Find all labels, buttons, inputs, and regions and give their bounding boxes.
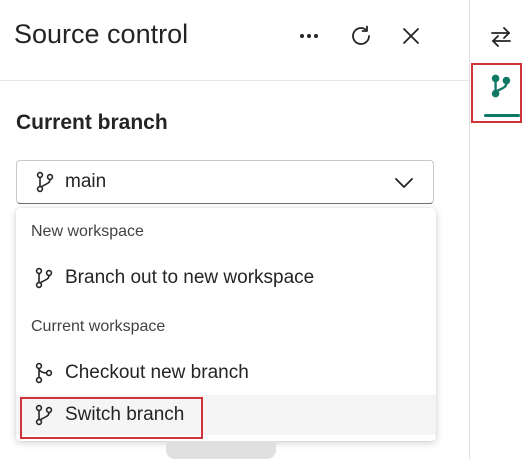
header-divider [0,80,469,81]
close-icon [403,28,419,44]
chevron-down-icon [393,173,415,198]
swap-button[interactable] [483,19,519,55]
branch-dropdown-value: main [65,171,107,192]
more-options-button[interactable] [295,22,323,50]
swap-arrows-icon [491,27,511,47]
current-branch-heading: Current branch [16,111,168,134]
more-icon [300,34,318,38]
branch-out-label: Branch out to new workspace [65,267,315,288]
switch-branch-label: Switch branch [65,404,185,425]
branch-dropdown[interactable]: main [16,160,434,204]
menu-group-current-workspace: Current workspace [31,318,166,335]
branch-icon [32,403,56,427]
close-button[interactable] [397,22,425,50]
refresh-icon [352,25,370,45]
checkout-new-branch-menu-item[interactable]: Checkout new branch [16,353,436,393]
right-rail [469,0,530,459]
checkout-new-branch-label: Checkout new branch [65,362,249,383]
active-tab-indicator [484,114,520,117]
branch-icon [32,266,56,290]
switch-branch-menu-item[interactable]: Switch branch [16,395,436,435]
source-control-rail-button[interactable] [483,68,519,104]
branch-icon [491,74,511,98]
source-control-panel: Source control Current branch main New w… [0,0,469,459]
branch-icon [33,170,57,194]
underlying-button-edge [166,441,276,459]
branch-out-menu-item[interactable]: Branch out to new workspace [16,258,436,298]
branch-fork-icon [32,361,56,385]
menu-group-new-workspace: New workspace [31,223,144,240]
panel-title: Source control [14,19,189,49]
branch-menu: New workspace Branch out to new workspac… [16,208,436,441]
refresh-button[interactable] [347,22,375,50]
